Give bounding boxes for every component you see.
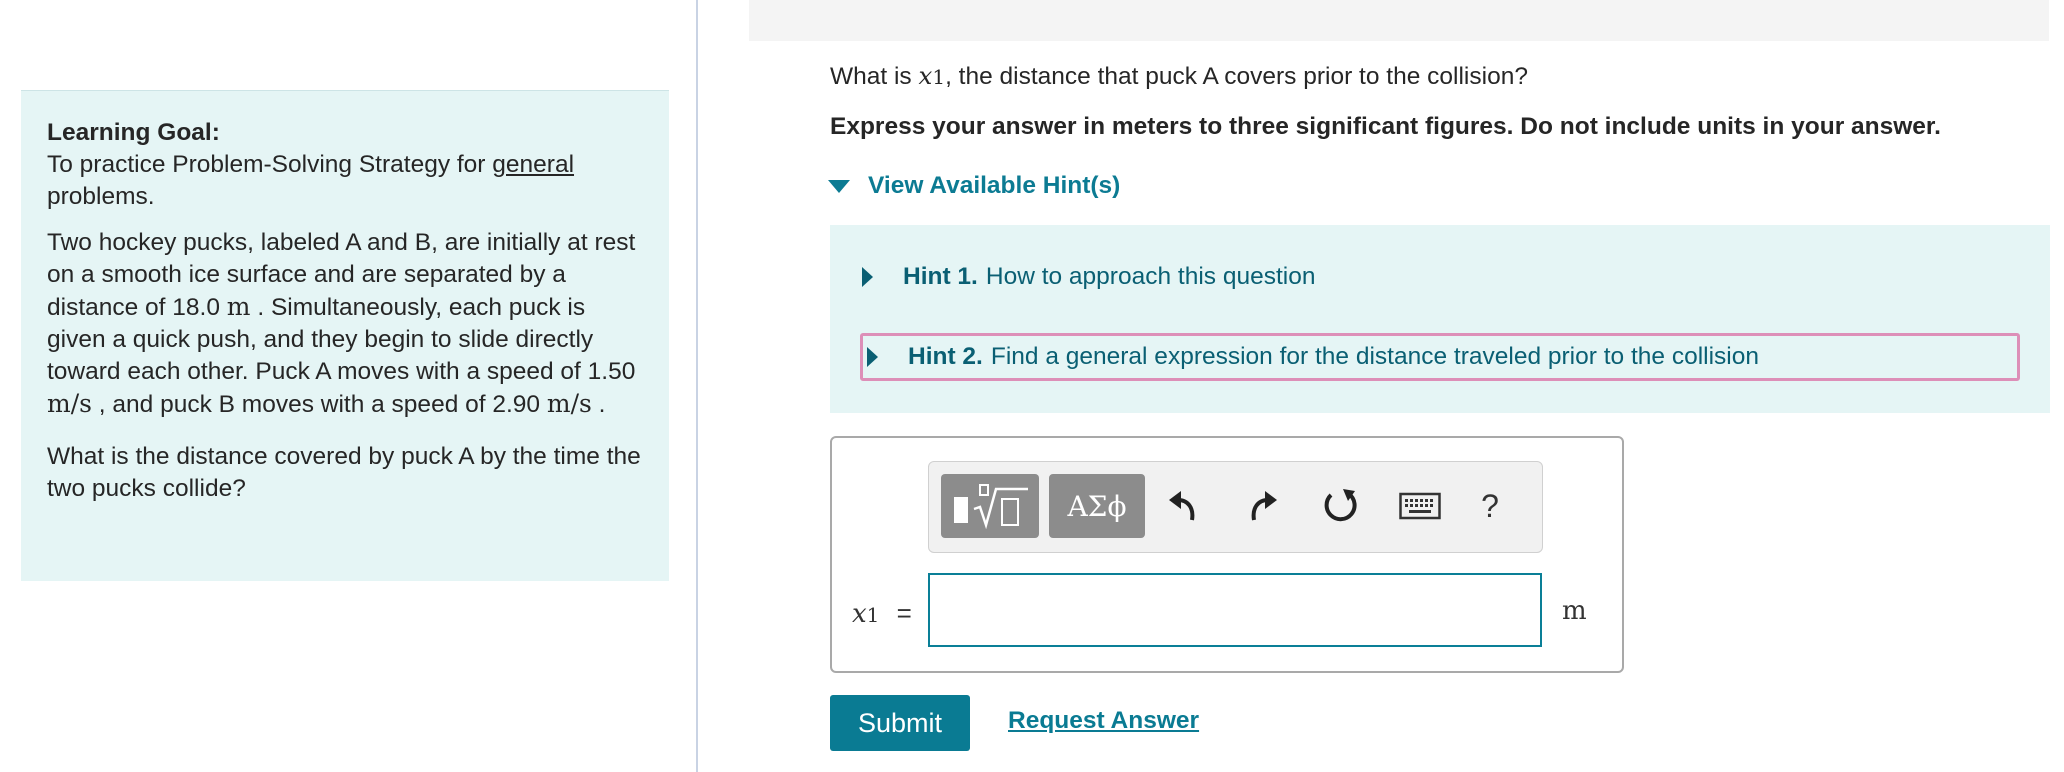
- view-hints-toggle[interactable]: View Available Hint(s): [828, 172, 1120, 200]
- view-hints-label: View Available Hint(s): [868, 172, 1121, 199]
- caret-right-icon: [867, 347, 878, 367]
- caret-right-icon: [862, 267, 873, 287]
- request-answer-link[interactable]: Request Answer: [1008, 707, 1199, 735]
- keyboard-button[interactable]: [1389, 474, 1451, 538]
- problem-statement: Two hockey pucks, labeled A and B, are i…: [47, 227, 643, 421]
- reset-button[interactable]: [1313, 474, 1369, 538]
- general-link[interactable]: general: [492, 151, 574, 178]
- unit-speed-b: m/s: [546, 389, 592, 418]
- math-toolbar: ΑΣϕ ?: [928, 461, 1543, 553]
- problem-text-4: .: [598, 391, 606, 418]
- template-icon: [954, 484, 1028, 529]
- help-button[interactable]: ?: [1465, 474, 1515, 538]
- question-variable-subscript: 1: [932, 65, 946, 89]
- learning-goal: Learning Goal: To practice Problem-Solvi…: [47, 117, 643, 213]
- redo-icon: [1251, 491, 1277, 521]
- answer-box: ΑΣϕ ? x1 = m: [830, 436, 1624, 673]
- unit-speed-a: m/s: [47, 389, 92, 418]
- hint-1-label: Hint 1.: [903, 263, 978, 290]
- hint-1[interactable]: Hint 1. How to approach this question: [862, 263, 1315, 291]
- answer-variable-subscript: 1: [866, 603, 880, 627]
- keyboard-icon: [1399, 492, 1441, 520]
- answer-variable: x: [852, 599, 867, 629]
- undo-icon: [1169, 491, 1195, 521]
- question-text-end: , the distance that puck A covers prior …: [945, 63, 1528, 90]
- column-divider: [696, 0, 698, 772]
- learning-goal-heading: Learning Goal:: [47, 119, 220, 146]
- learning-goal-text-end: problems.: [47, 183, 155, 210]
- redo-button[interactable]: [1237, 474, 1287, 538]
- caret-down-icon: [828, 179, 850, 193]
- answer-input[interactable]: [928, 573, 1542, 647]
- hint-2[interactable]: Hint 2. Find a general expression for th…: [867, 343, 1759, 371]
- reset-icon: [1324, 489, 1357, 522]
- question-text-start: What is: [830, 63, 919, 90]
- answer-instruction: Express your answer in meters to three s…: [830, 113, 1941, 140]
- learning-goal-text: To practice Problem-Solving Strategy for: [47, 151, 493, 178]
- answer-unit: m: [1562, 596, 1587, 626]
- problem-text-3: , and puck B moves with a speed of 2.90: [98, 391, 541, 418]
- hint-2-text: Find a general expression for the distan…: [990, 343, 1759, 370]
- panel-question: What is the distance covered by puck A b…: [47, 443, 641, 502]
- templates-button[interactable]: [941, 474, 1039, 538]
- learning-goal-panel: Learning Goal: To practice Problem-Solvi…: [21, 90, 669, 581]
- hint-2-label: Hint 2.: [908, 343, 983, 370]
- symbols-button[interactable]: ΑΣϕ: [1049, 474, 1145, 538]
- top-strip: [749, 0, 2049, 41]
- undo-button[interactable]: [1159, 474, 1209, 538]
- hints-panel: Hint 1. How to approach this question Hi…: [830, 225, 2050, 413]
- equals-sign: =: [896, 598, 912, 628]
- question-variable: x: [918, 61, 933, 90]
- answer-variable-label: x1 =: [852, 598, 912, 629]
- hint-1-text: How to approach this question: [985, 263, 1316, 290]
- question-text: What is x1, the distance that puck A cov…: [830, 61, 1528, 91]
- unit-meters: m: [226, 292, 251, 321]
- submit-button[interactable]: Submit: [830, 695, 970, 751]
